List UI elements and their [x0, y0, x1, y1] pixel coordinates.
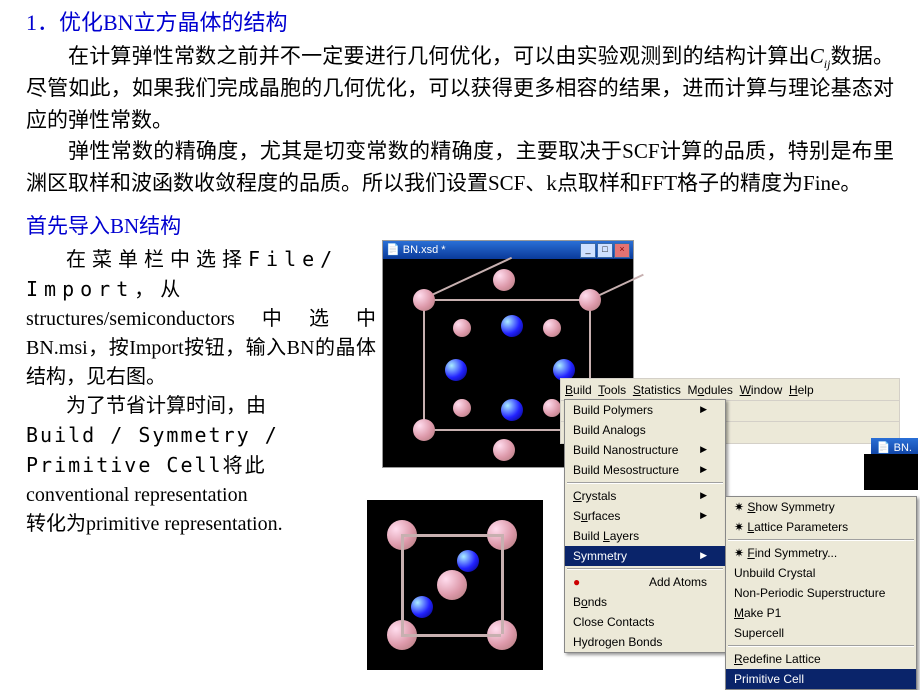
mi-supercell[interactable]: Supercell — [726, 623, 916, 643]
document-tab-canvas[interactable] — [864, 454, 918, 490]
mi-bonds[interactable]: Bonds — [565, 592, 725, 612]
left-p1b: Import，从 — [26, 277, 186, 301]
close-button[interactable]: × — [614, 243, 630, 258]
viewer-title: 📄 BN.xsd * — [386, 242, 446, 259]
section-heading: 1．优化BN立方晶体的结构 — [26, 6, 894, 39]
left-p2b: Build / Symmetry / — [26, 423, 279, 447]
mi-hydrogen-bonds[interactable]: Hydrogen Bonds — [565, 632, 725, 652]
menu-tools[interactable]: Tools — [598, 383, 626, 397]
mi-crystals[interactable]: Crystals▶ — [565, 486, 725, 506]
mi-build-mesostructure[interactable]: Build Mesostructure▶ — [565, 460, 725, 480]
paragraph-1: 在计算弹性常数之前并不一定要进行几何优化，可以由实验观测到的结构计算出Cij数据… — [26, 41, 894, 136]
left-p2e: 转化为primitive representation. — [26, 510, 376, 539]
mi-build-polymers[interactable]: Build Polymers▶ — [565, 400, 725, 420]
left-p1c: structures/semiconductors中选中BN.msi，按Impo… — [26, 305, 376, 392]
menu-modules[interactable]: Modules — [688, 383, 733, 397]
paragraph-2: 弹性常数的精确度，尤其是切变常数的精确度，主要取决于SCF计算的品质，特别是布里… — [26, 136, 894, 199]
menu-build[interactable]: Build — [565, 383, 592, 397]
cij-c: C — [810, 44, 824, 68]
menubar[interactable]: Build Tools Statistics Modules Window He… — [560, 378, 900, 401]
left-p1a: 在菜单栏中选择File/ — [66, 247, 338, 271]
crystal-viewer-small[interactable] — [367, 500, 543, 670]
mi-build-nanostructure[interactable]: Build Nanostructure▶ — [565, 440, 725, 460]
mi-show-symmetry[interactable]: ✷ Show Symmetry — [726, 497, 916, 517]
mi-nonperiodic[interactable]: Non-Periodic Superstructure — [726, 583, 916, 603]
mi-add-atoms[interactable]: ● Add Atoms — [565, 572, 725, 592]
mi-unbuild-crystal[interactable]: Unbuild Crystal — [726, 563, 916, 583]
left-p2d: conventional representation — [26, 481, 376, 510]
mi-symmetry[interactable]: Symmetry▶ — [565, 546, 725, 566]
mi-close-contacts[interactable]: Close Contacts — [565, 612, 725, 632]
subheading: 首先导入BN结构 — [26, 211, 894, 243]
mi-surfaces[interactable]: Surfaces▶ — [565, 506, 725, 526]
mi-find-symmetry[interactable]: ✷ Find Symmetry... — [726, 543, 916, 563]
minimize-button[interactable]: _ — [580, 243, 596, 258]
menu-help[interactable]: Help — [789, 383, 814, 397]
left-p2a: 为了节省计算时间，由 — [26, 392, 376, 421]
para1-text-a: 在计算弹性常数之前并不一定要进行几何优化，可以由实验观测到的结构计算出 — [68, 44, 810, 68]
left-column: 在菜单栏中选择File/ Import，从 structures/semicon… — [26, 245, 376, 539]
mi-build-layers[interactable]: Build Layers — [565, 526, 725, 546]
symmetry-submenu: ✷ Show Symmetry ✷ Lattice Parameters ✷ F… — [725, 496, 917, 690]
left-p2c: Primitive Cell将此 — [26, 453, 267, 477]
mi-build-analogs[interactable]: Build Analogs — [565, 420, 725, 440]
mi-redefine-lattice[interactable]: Redefine Lattice — [726, 649, 916, 669]
mi-make-p1[interactable]: Make P1 — [726, 603, 916, 623]
build-dropdown: Build Polymers▶ Build Analogs Build Nano… — [564, 399, 726, 653]
mi-primitive-cell[interactable]: Primitive Cell — [726, 669, 916, 689]
menu-window[interactable]: Window — [740, 383, 783, 397]
mi-lattice-parameters[interactable]: ✷ Lattice Parameters — [726, 517, 916, 537]
application-menu-cluster: Build Tools Statistics Modules Window He… — [560, 378, 900, 444]
maximize-button[interactable]: □ — [597, 243, 613, 258]
viewer-titlebar[interactable]: 📄 BN.xsd * _ □ × — [383, 241, 633, 259]
menu-statistics[interactable]: Statistics — [633, 383, 681, 397]
